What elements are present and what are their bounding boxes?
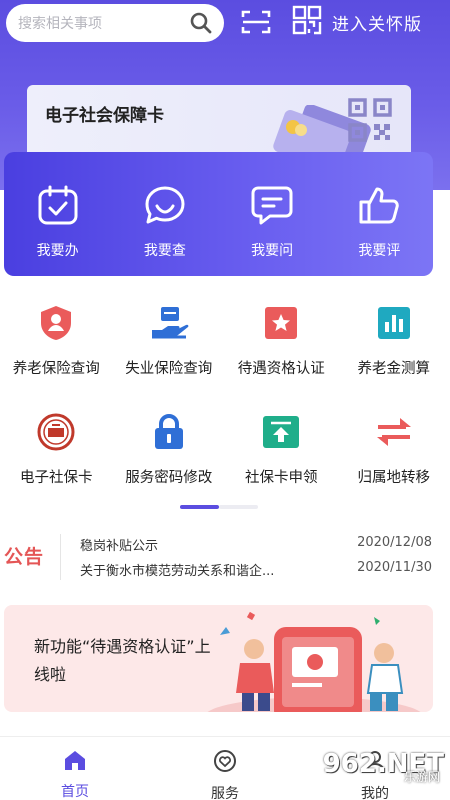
notice-date: 2020/11/30 (357, 560, 432, 575)
notice-item[interactable]: 稳岗补贴公示 2020/12/08 (80, 535, 432, 554)
home-icon (63, 749, 87, 775)
service-label: 归属地转移 (357, 470, 431, 486)
tab-label: 我的 (361, 786, 389, 800)
scan-icon[interactable] (240, 8, 272, 36)
page-dot-active (180, 505, 219, 509)
service-unemployment-query[interactable]: 失业保险查询 (113, 295, 226, 400)
service-card-apply[interactable]: 社保卡申领 (225, 400, 338, 505)
bar-chart-icon (374, 303, 414, 343)
star-badge-icon (261, 303, 301, 343)
service-transfer[interactable]: 归属地转移 (338, 400, 450, 505)
service-label: 电子社保卡 (20, 470, 93, 486)
thumbs-up-icon (356, 182, 402, 228)
message-icon (249, 182, 295, 228)
site-watermark: 962.NET 乐游网 (323, 744, 444, 784)
action-query[interactable]: 我要查 (111, 152, 218, 276)
tab-home[interactable]: 首页 (0, 737, 150, 800)
service-label: 养老金测算 (357, 361, 431, 377)
service-password-change[interactable]: 服务密码修改 (113, 400, 226, 505)
watermark-subtext: 乐游网 (403, 770, 440, 784)
care-mode-button[interactable]: 进入关怀版 (292, 5, 422, 39)
action-label: 我要查 (143, 243, 186, 259)
service-qualification-cert[interactable]: 待遇资格认证 (225, 295, 338, 400)
service-pension-calc[interactable]: 养老金测算 (338, 295, 450, 400)
shield-person-icon (36, 303, 76, 343)
notice-badge: 公告 (4, 546, 45, 568)
action-ask[interactable]: 我要问 (219, 152, 326, 276)
tab-label: 服务 (211, 786, 239, 800)
divider (60, 534, 61, 580)
hand-card-icon (149, 303, 189, 343)
search-input[interactable]: 搜索相关事项 (18, 13, 184, 33)
action-apply[interactable]: 我要办 (4, 152, 111, 276)
search-chat-icon (142, 182, 188, 228)
quick-actions-panel: 我要办 我要查 我要问 我要评 (4, 152, 433, 276)
page-indicator (180, 505, 258, 509)
calendar-check-icon (35, 182, 81, 228)
qr-code-icon[interactable] (347, 97, 393, 147)
transfer-arrows-icon (374, 412, 414, 452)
tab-services[interactable]: 服务 (150, 737, 300, 800)
notice-section: 公告 稳岗补贴公示 2020/12/08 关于衡水市模范劳动关系和谐企... 2… (0, 530, 450, 586)
service-label: 待遇资格认证 (237, 361, 325, 377)
heart-circle-icon (213, 749, 237, 777)
search-bar[interactable]: 搜索相关事项 (6, 4, 224, 42)
action-label: 我要问 (251, 243, 294, 259)
tab-label: 首页 (61, 784, 89, 800)
qr-grid-icon (292, 5, 322, 39)
search-icon[interactable] (184, 6, 218, 40)
service-pension-query[interactable]: 养老保险查询 (0, 295, 113, 400)
lock-icon (149, 412, 189, 452)
action-label: 我要办 (36, 243, 79, 259)
care-mode-label: 进入关怀版 (332, 14, 422, 35)
service-e-card[interactable]: 电子社保卡 (0, 400, 113, 505)
notice-title: 关于衡水市模范劳动关系和谐企... (80, 564, 275, 579)
service-label: 社保卡申领 (245, 470, 318, 486)
page-dot (219, 505, 258, 509)
promo-banner[interactable]: 新功能“待遇资格认证”上线啦 (4, 605, 433, 712)
card-title: 电子社会保障卡 (45, 106, 164, 126)
action-label: 我要评 (358, 243, 401, 259)
upload-card-icon (261, 412, 301, 452)
notice-date: 2020/12/08 (357, 535, 432, 550)
notice-item[interactable]: 关于衡水市模范劳动关系和谐企... 2020/11/30 (80, 560, 432, 579)
action-rate[interactable]: 我要评 (326, 152, 433, 276)
service-label: 服务密码修改 (125, 470, 213, 486)
service-label: 失业保险查询 (125, 361, 213, 377)
notice-title: 稳岗补贴公示 (80, 539, 159, 554)
service-grid: 养老保险查询 失业保险查询 待遇资格认证 养老金测算 电子社保卡 服务密码修改 … (0, 295, 450, 505)
seal-icon (36, 412, 76, 452)
service-label: 养老保险查询 (12, 361, 100, 377)
banner-illustration (184, 605, 433, 712)
